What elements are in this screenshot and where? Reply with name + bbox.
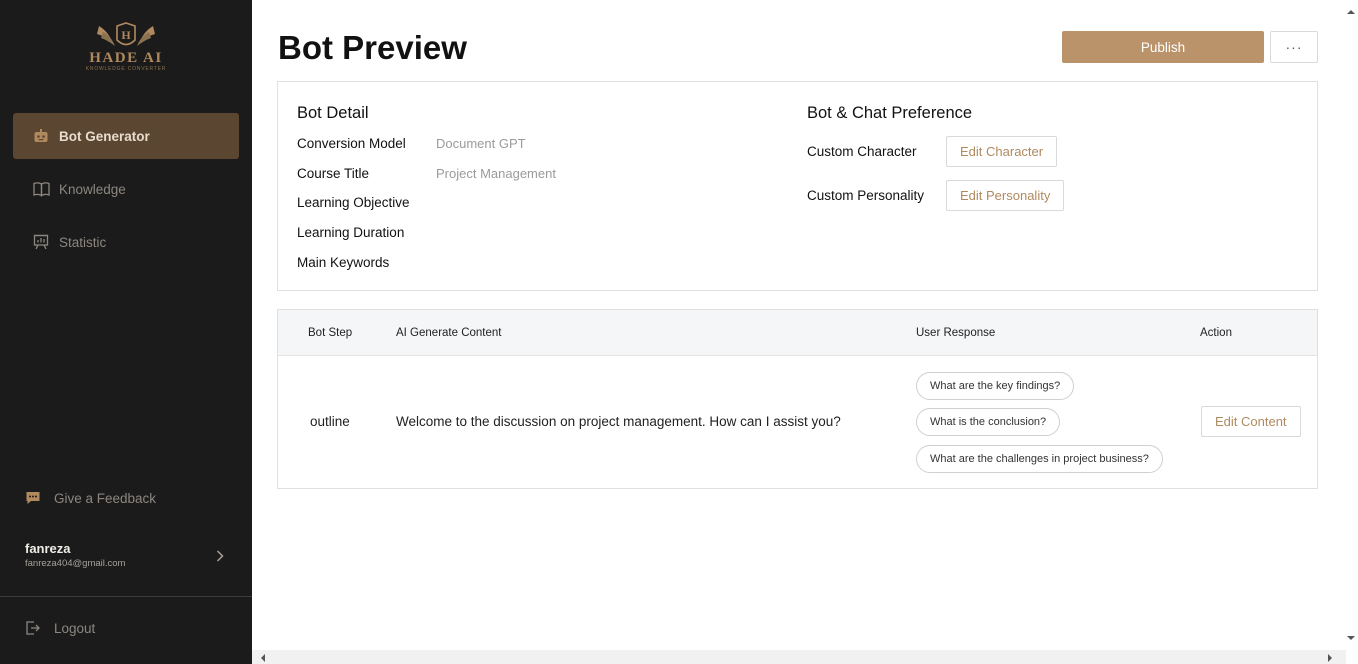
edit-character-button[interactable]: Edit Character bbox=[946, 136, 1058, 167]
scroll-down-arrow-icon[interactable] bbox=[1346, 630, 1356, 640]
scroll-right-arrow-icon[interactable] bbox=[1325, 651, 1335, 663]
sidebar-item-label: Statistic bbox=[59, 234, 107, 250]
give-feedback-link[interactable]: Give a Feedback bbox=[25, 490, 156, 506]
horizontal-scrollbar[interactable] bbox=[252, 650, 1346, 664]
bot-detail-card: Bot Detail Conversion Model Document GPT… bbox=[277, 81, 1318, 291]
user-response-chip[interactable]: What are the challenges in project busin… bbox=[916, 445, 1163, 473]
table-header: Bot Step AI Generate Content User Respon… bbox=[278, 310, 1317, 356]
book-icon bbox=[32, 180, 50, 198]
logo-emblem-icon: H bbox=[97, 22, 155, 46]
publish-button[interactable]: Publish bbox=[1062, 31, 1264, 63]
sidebar-divider bbox=[0, 596, 252, 597]
field-label-main-keywords: Main Keywords bbox=[297, 255, 390, 270]
field-label-learning-duration: Learning Duration bbox=[297, 225, 405, 240]
user-profile[interactable]: fanreza fanreza404@gmail.com bbox=[25, 541, 230, 573]
feedback-label: Give a Feedback bbox=[54, 490, 157, 506]
chevron-right-icon bbox=[216, 549, 224, 567]
scroll-left-arrow-icon[interactable] bbox=[258, 651, 268, 663]
user-response-chip[interactable]: What is the conclusion? bbox=[916, 408, 1061, 436]
page-title: Bot Preview bbox=[278, 29, 467, 66]
sidebar-item-statistic[interactable]: Statistic bbox=[13, 219, 239, 265]
row-ai-content: Welcome to the discussion on project man… bbox=[396, 414, 841, 429]
brand-name: HADE AI bbox=[89, 50, 163, 66]
field-value-conversion-model: Document GPT bbox=[436, 136, 526, 151]
custom-personality-label: Custom Personality bbox=[807, 188, 925, 203]
user-name: fanreza bbox=[25, 541, 71, 556]
more-options-icon: ··· bbox=[1285, 39, 1303, 55]
column-header-ai-content: AI Generate Content bbox=[396, 327, 502, 339]
sidebar: H HADE AI KNOWLEDGE CONVERTER Bot Genera… bbox=[0, 0, 252, 664]
presentation-chart-icon bbox=[32, 233, 50, 251]
user-response-chip[interactable]: What are the key findings? bbox=[916, 372, 1075, 400]
bot-steps-table: Bot Step AI Generate Content User Respon… bbox=[277, 309, 1318, 489]
logout-icon bbox=[25, 620, 41, 636]
preference-title: Bot & Chat Preference bbox=[807, 104, 973, 122]
logout-label: Logout bbox=[54, 620, 96, 636]
row-bot-step: outline bbox=[310, 414, 350, 429]
logout-button[interactable]: Logout bbox=[25, 620, 95, 636]
sidebar-item-bot-generator[interactable]: Bot Generator bbox=[13, 113, 239, 159]
edit-content-button[interactable]: Edit Content bbox=[1201, 406, 1301, 437]
robot-icon bbox=[32, 127, 50, 145]
field-label-conversion-model: Conversion Model bbox=[297, 136, 406, 151]
field-label-course-title: Course Title bbox=[297, 166, 370, 181]
column-header-action: Action bbox=[1200, 327, 1232, 339]
column-header-bot-step: Bot Step bbox=[308, 327, 353, 339]
sidebar-item-label: Knowledge bbox=[59, 181, 126, 197]
edit-personality-button[interactable]: Edit Personality bbox=[946, 180, 1065, 211]
brand-tagline: KNOWLEDGE CONVERTER bbox=[85, 66, 167, 72]
custom-character-label: Custom Character bbox=[807, 144, 917, 159]
column-header-user-response: User Response bbox=[916, 327, 996, 339]
scroll-up-arrow-icon[interactable] bbox=[1346, 4, 1356, 14]
svg-text:H: H bbox=[121, 28, 131, 42]
brand-logo[interactable]: H HADE AI KNOWLEDGE CONVERTER bbox=[84, 22, 168, 78]
field-label-learning-objective: Learning Objective bbox=[297, 195, 410, 210]
sidebar-item-knowledge[interactable]: Knowledge bbox=[13, 166, 239, 212]
user-email: fanreza404@gmail.com bbox=[25, 558, 126, 569]
chat-bubble-icon bbox=[25, 490, 41, 506]
more-options-button[interactable]: ··· bbox=[1270, 31, 1318, 63]
sidebar-item-label: Bot Generator bbox=[59, 128, 150, 144]
bot-detail-title: Bot Detail bbox=[297, 104, 369, 122]
field-value-course-title: Project Management bbox=[436, 166, 556, 181]
